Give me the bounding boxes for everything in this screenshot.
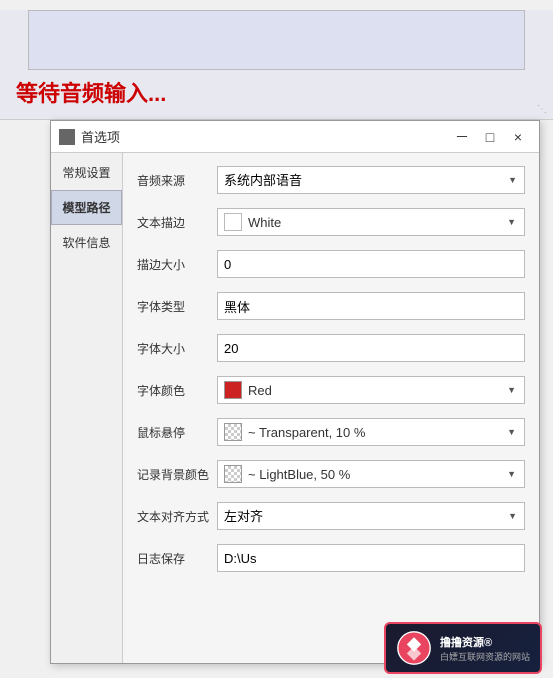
content-area: 音频来源 系统内部语音 文本描边 White [123,153,539,663]
form-row-text-align: 文本对齐方式 左对齐 [137,499,525,533]
font-color-dropdown[interactable]: Red [217,376,525,404]
waiting-text: 等待音频输入... [0,70,553,114]
form-row-border-size: 描边大小 [137,247,525,281]
control-font-color: Red [217,376,525,404]
mouse-hover-value: ~ Transparent, 10 % [248,425,365,440]
label-text-border: 文本描边 [137,214,217,231]
watermark-title: 撸撸资源® [440,634,530,650]
control-font-type [217,292,525,320]
close-button[interactable]: × [505,126,531,148]
sidebar-item-model-path[interactable]: 模型路径 [51,190,122,225]
text-border-dropdown[interactable]: White [217,208,525,236]
form-row-mouse-hover: 鼠标悬停 ~ Transparent, 10 % [137,415,525,449]
form-row-font-type: 字体类型 [137,289,525,323]
form-row-font-color: 字体颜色 Red [137,373,525,407]
label-audio-source: 音频来源 [137,172,217,189]
text-align-dropdown-wrap[interactable]: 左对齐 [217,502,525,530]
control-log-save [217,544,525,572]
sidebar-item-software-info[interactable]: 软件信息 [51,225,122,260]
preferences-dialog: 首选项 － □ × 常规设置 模型路径 软件信息 音频来源 系统内部语音 [50,120,540,664]
audio-source-dropdown[interactable]: 系统内部语音 [217,166,525,194]
mouse-hover-swatch [224,423,242,441]
label-font-color: 字体颜色 [137,382,217,399]
border-size-input[interactable] [217,250,525,278]
control-text-border: White [217,208,525,236]
label-text-align: 文本对齐方式 [137,508,217,525]
top-area: 等待音频输入... ⋱ [0,10,553,120]
watermark-box: 撸撸资源® 白嫖互联网资源的网站 [384,622,542,674]
text-align-dropdown[interactable]: 左对齐 [217,502,525,530]
form-row-font-size: 字体大小 [137,331,525,365]
watermark-text-block: 撸撸资源® 白嫖互联网资源的网站 [440,634,530,663]
audio-source-dropdown-wrap[interactable]: 系统内部语音 [217,166,525,194]
record-bg-value: ~ LightBlue, 50 % [248,467,350,482]
sidebar-item-general[interactable]: 常规设置 [51,155,122,190]
label-record-bg-color: 记录背景颜色 [137,466,217,483]
record-bg-dropdown[interactable]: ~ LightBlue, 50 % [217,460,525,488]
font-type-input[interactable] [217,292,525,320]
watermark-logo-icon [396,630,432,666]
form-row-text-border: 文本描边 White [137,205,525,239]
log-save-input[interactable] [217,544,525,572]
dialog-body: 常规设置 模型路径 软件信息 音频来源 系统内部语音 文本描边 [51,153,539,663]
font-color-value: Red [248,383,272,398]
control-text-align: 左对齐 [217,502,525,530]
form-row-log-save: 日志保存 [137,541,525,575]
text-border-swatch [224,213,242,231]
control-font-size [217,334,525,362]
control-border-size [217,250,525,278]
dialog-title: 首选项 [81,127,447,146]
watermark-area: 撸撸资源® 白嫖互联网资源的网站 [373,618,553,678]
titlebar: 首选项 － □ × [51,121,539,153]
dialog-icon [59,129,75,145]
control-mouse-hover: ~ Transparent, 10 % [217,418,525,446]
form-row-audio-source: 音频来源 系统内部语音 [137,163,525,197]
label-font-size: 字体大小 [137,340,217,357]
font-color-swatch [224,381,242,399]
control-audio-source: 系统内部语音 [217,166,525,194]
label-font-type: 字体类型 [137,298,217,315]
resize-icon: ⋱ [537,104,547,115]
font-size-input[interactable] [217,334,525,362]
control-record-bg-color: ~ LightBlue, 50 % [217,460,525,488]
maximize-button[interactable]: □ [477,126,503,148]
watermark-subtitle: 白嫖互联网资源的网站 [440,650,530,663]
sidebar: 常规设置 模型路径 软件信息 [51,153,123,663]
label-log-save: 日志保存 [137,550,217,567]
audio-preview [28,10,526,70]
label-border-size: 描边大小 [137,256,217,273]
minimize-button[interactable]: － [449,126,475,148]
text-border-value: White [248,215,281,230]
form-row-record-bg-color: 记录背景颜色 ~ LightBlue, 50 % [137,457,525,491]
record-bg-swatch [224,465,242,483]
mouse-hover-dropdown[interactable]: ~ Transparent, 10 % [217,418,525,446]
label-mouse-hover: 鼠标悬停 [137,424,217,441]
